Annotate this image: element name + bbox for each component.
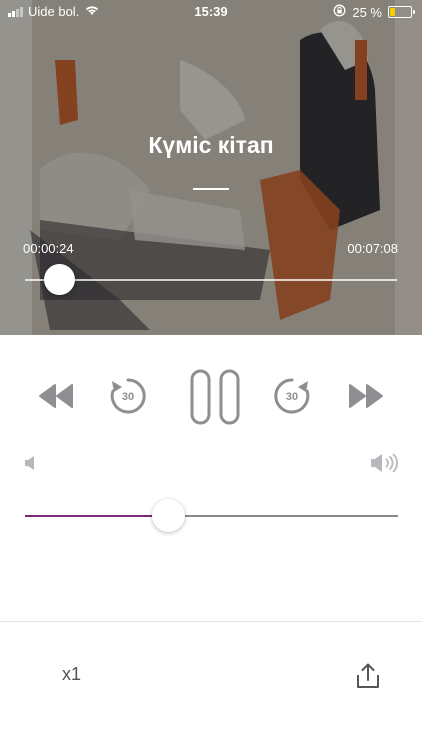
volume-slider-thumb[interactable]	[152, 499, 185, 532]
rewind-icon	[39, 384, 73, 408]
battery-percent: 25 %	[352, 4, 382, 20]
bottom-divider	[0, 621, 422, 622]
share-button[interactable]	[355, 663, 381, 689]
elapsed-time: 00:00:24	[23, 241, 74, 256]
volume-high-icon	[370, 452, 400, 474]
lock-rotation-icon	[333, 4, 346, 20]
track-title: Күміс кітап	[148, 132, 274, 158]
fast-forward-icon	[349, 384, 383, 408]
now-playing-header: Uide bol. 15:39 25 % Күміс кітап 00:00:2…	[0, 0, 422, 335]
status-bar: Uide bol. 15:39 25 %	[0, 0, 422, 24]
pause-icon	[190, 369, 240, 425]
status-right: 25 %	[333, 4, 415, 20]
share-icon	[357, 663, 379, 688]
playback-speed-button[interactable]: x1	[62, 664, 81, 685]
skip-forward-seconds: 30	[286, 391, 298, 403]
battery-icon	[388, 6, 415, 18]
total-duration: 00:07:08	[347, 241, 398, 256]
volume-slider-track[interactable]	[169, 515, 398, 517]
volume-low-icon	[24, 455, 36, 471]
title-underline	[193, 188, 229, 190]
rewind-button[interactable]	[38, 383, 74, 409]
fast-forward-button[interactable]	[348, 383, 384, 409]
skip-forward-30-icon: 30	[274, 378, 310, 414]
skip-back-seconds: 30	[122, 391, 134, 403]
skip-forward-30-button[interactable]: 30	[272, 375, 312, 417]
skip-back-30-icon: 30	[110, 378, 146, 414]
skip-back-30-button[interactable]: 30	[108, 375, 148, 417]
volume-slider-fill[interactable]	[25, 515, 169, 517]
seek-thumb[interactable]	[44, 264, 75, 295]
seek-bar[interactable]	[25, 279, 397, 281]
pause-button[interactable]	[190, 369, 240, 425]
